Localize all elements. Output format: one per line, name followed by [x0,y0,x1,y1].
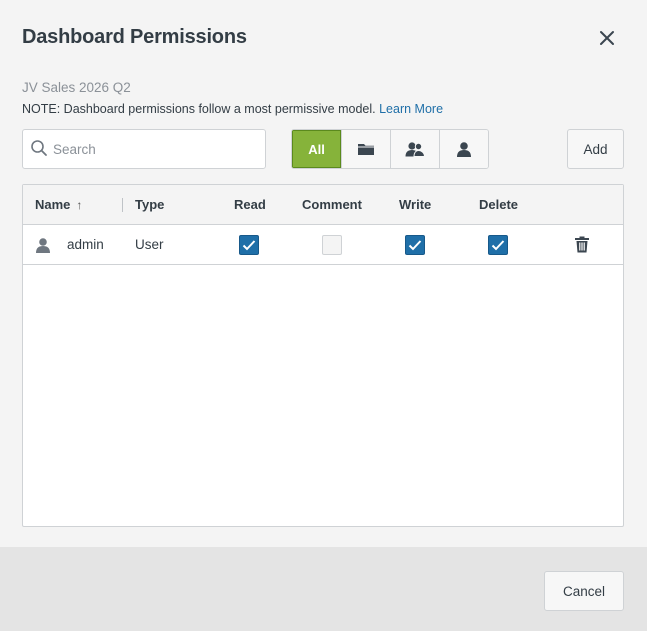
filter-all-button[interactable]: All [292,130,341,168]
comment-checkbox[interactable] [322,234,342,255]
permissions-dialog: Dashboard Permissions JV Sales 2026 Q2 N… [0,0,647,631]
filter-group-button[interactable] [390,130,439,168]
filter-user-button[interactable] [439,130,488,168]
group-icon [405,142,426,157]
dialog-footer: Cancel [0,547,647,631]
learn-more-link[interactable]: Learn More [379,102,443,116]
comment-permission-cell [322,225,342,264]
folder-icon [358,144,374,155]
permissions-table: Name ↑ Type Read Comment Write Delete adm… [22,184,624,527]
column-header-write: Write [399,197,432,212]
column-header-type: Type [135,197,165,212]
sort-ascending-icon[interactable]: ↑ [76,198,82,212]
principal-name: admin [67,237,104,252]
cancel-button[interactable]: Cancel [544,571,624,611]
dashboard-name: JV Sales 2026 Q2 [22,80,131,95]
close-button[interactable] [596,27,618,49]
filter-all-label: All [308,141,325,157]
filter-folder-button[interactable] [341,130,390,168]
column-header-delete: Delete [479,197,519,212]
column-header-comment: Comment [302,197,362,212]
note-text: NOTE: Dashboard permissions follow a mos… [22,102,376,116]
dialog-title: Dashboard Permissions [22,26,247,48]
delete-checkbox[interactable] [488,234,508,255]
permissions-note: NOTE: Dashboard permissions follow a mos… [22,102,443,116]
checkmark-icon [242,239,256,250]
principal-filter-group: All [291,129,489,169]
row-type-icon [35,225,51,264]
read-checkbox[interactable] [239,234,259,255]
search-icon [30,139,48,162]
table-header: Name ↑ Type Read Comment Write Delete [23,185,623,225]
user-icon [36,237,50,253]
delete-permission-cell [488,225,508,264]
search-box [22,129,266,169]
add-button[interactable]: Add [567,129,624,169]
column-header-read: Read [234,197,266,212]
column-resize-handle[interactable] [122,198,123,212]
search-input[interactable] [53,130,258,168]
table-row: admin User [23,225,623,265]
write-permission-cell [405,225,425,264]
remove-row-button[interactable] [574,225,590,264]
column-header-name[interactable]: Name ↑ [35,197,82,212]
column-name-label: Name [35,197,71,212]
read-permission-cell [239,225,259,264]
write-checkbox[interactable] [405,234,425,255]
checkmark-icon [408,239,422,250]
checkmark-icon [491,239,505,250]
close-icon [600,31,614,45]
trash-icon [575,236,589,253]
principal-type: User [135,237,164,252]
user-icon [457,142,471,157]
